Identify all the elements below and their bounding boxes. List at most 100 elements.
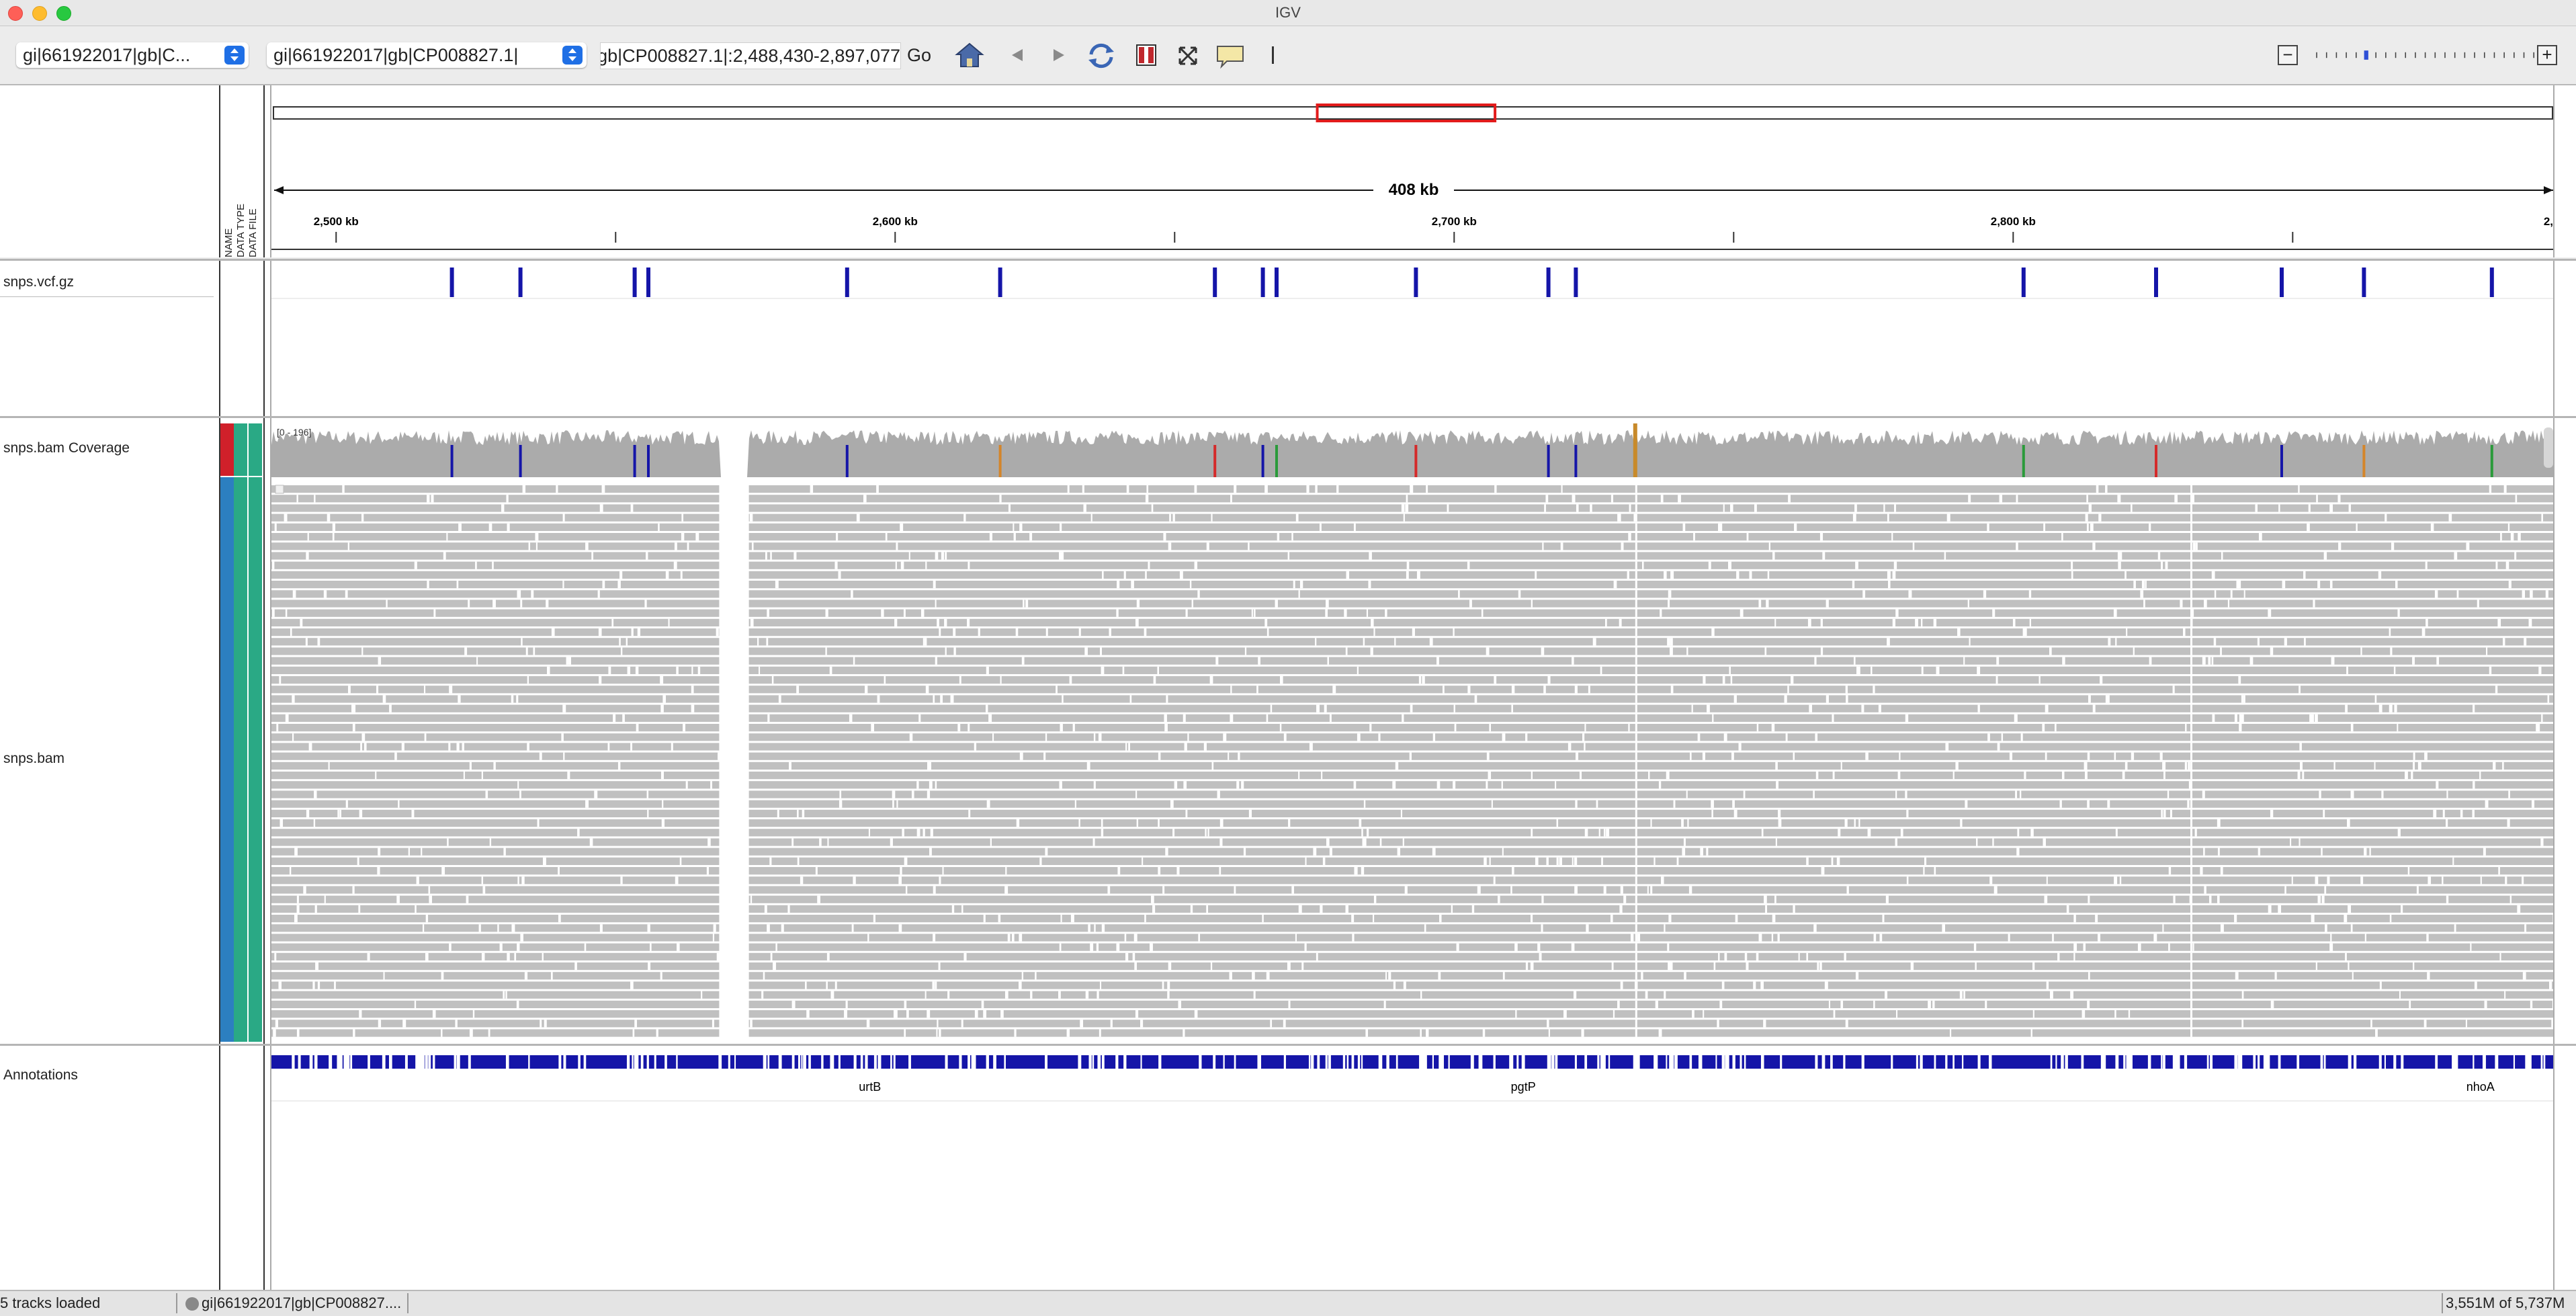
alignment-row[interactable] <box>748 790 2554 798</box>
alignment-row[interactable] <box>748 495 2554 503</box>
alignment-row[interactable] <box>271 561 720 569</box>
coverage-histogram[interactable] <box>271 423 2554 477</box>
alignment-row[interactable] <box>271 991 720 999</box>
alignment-row[interactable] <box>271 695 720 703</box>
annotations-data-area[interactable]: urtB pgtP nhoA <box>270 1046 2554 1290</box>
alignment-row[interactable] <box>271 924 720 932</box>
alignment-row[interactable] <box>748 829 2554 837</box>
genome-select-arrow-icon[interactable] <box>224 46 245 65</box>
popup-text-icon[interactable] <box>1215 40 1246 71</box>
attr-type-coverage-cell[interactable] <box>234 423 247 476</box>
alignment-row[interactable] <box>748 600 2554 608</box>
zoom-tick[interactable] <box>2454 52 2456 58</box>
attr-file-alignments-cell[interactable] <box>249 477 262 1042</box>
gene-label-nhoa[interactable]: nhoA <box>2466 1080 2495 1094</box>
attr-file-coverage-cell[interactable] <box>249 423 262 476</box>
zoom-tick[interactable] <box>2493 52 2495 58</box>
attribute-name-label[interactable]: NAME <box>223 229 234 257</box>
alignment-row[interactable] <box>271 618 720 626</box>
track-name-coverage[interactable]: snps.bam Coverage <box>3 440 130 456</box>
alignment-row[interactable] <box>271 972 720 980</box>
vcf-variant-mark[interactable] <box>1574 268 1578 297</box>
attr-name-alignments-cell[interactable] <box>220 477 234 1042</box>
alignment-row[interactable] <box>271 934 720 942</box>
zoom-tick[interactable] <box>2444 52 2446 58</box>
alignment-row[interactable] <box>748 762 2554 770</box>
gene-label-urtb[interactable]: urtB <box>859 1080 881 1094</box>
alignment-row[interactable] <box>748 876 2554 885</box>
alignment-row[interactable] <box>748 962 2554 971</box>
coverage-snp-mark[interactable] <box>1275 445 1278 477</box>
vcf-variant-mark[interactable] <box>518 268 523 297</box>
alignment-row[interactable] <box>748 504 2554 512</box>
coverage-snp-mark[interactable] <box>2022 445 2025 477</box>
alignment-row[interactable] <box>271 704 720 712</box>
alignment-row[interactable] <box>271 781 720 789</box>
zoom-tick[interactable] <box>2483 52 2485 58</box>
alignment-row[interactable] <box>271 1010 720 1018</box>
alignment-row[interactable] <box>271 838 720 846</box>
alignment-row[interactable] <box>748 542 2554 550</box>
vcf-variant-mark[interactable] <box>1213 268 1217 297</box>
alignment-row[interactable] <box>748 1029 2554 1037</box>
zoom-tick[interactable] <box>2316 52 2317 58</box>
alignment-row[interactable] <box>748 695 2554 703</box>
alignment-row[interactable] <box>271 819 720 827</box>
alignment-row[interactable] <box>271 504 720 512</box>
alignment-row[interactable] <box>271 772 720 780</box>
zoom-tick[interactable] <box>2335 52 2337 58</box>
refresh-icon[interactable] <box>1084 40 1118 71</box>
track-name-annotations[interactable]: Annotations <box>3 1067 78 1083</box>
coverage-snp-mark[interactable] <box>519 445 522 477</box>
alignment-row[interactable] <box>271 848 720 856</box>
alignment-row[interactable] <box>748 809 2554 817</box>
vcf-variant-mark[interactable] <box>646 268 650 297</box>
alignment-row[interactable] <box>271 485 720 493</box>
alignment-row[interactable] <box>748 905 2554 913</box>
zoom-tick[interactable] <box>2514 52 2515 58</box>
attr-name-coverage-cell[interactable] <box>220 423 234 476</box>
zoom-control[interactable]: − + <box>2278 45 2576 67</box>
zoom-tick[interactable] <box>2405 52 2407 58</box>
coverage-snp-mark[interactable] <box>1213 445 1217 477</box>
coverage-spike[interactable] <box>1633 423 1637 477</box>
vcf-variant-mark[interactable] <box>449 268 454 297</box>
zoom-tick[interactable] <box>2375 52 2376 58</box>
alignment-row[interactable] <box>748 838 2554 846</box>
alignment-row[interactable] <box>748 991 2554 999</box>
zoom-tick[interactable] <box>2474 52 2475 58</box>
alignment-row[interactable] <box>748 609 2554 617</box>
alignment-row[interactable] <box>748 571 2554 579</box>
vcf-variant-mark[interactable] <box>2021 268 2026 297</box>
alignment-row[interactable] <box>748 924 2554 932</box>
alignment-row[interactable] <box>271 790 720 798</box>
alignment-row[interactable] <box>271 552 720 560</box>
chromosome-ideogram[interactable] <box>273 106 2553 120</box>
alignment-row[interactable] <box>748 657 2554 665</box>
alignment-row[interactable] <box>748 686 2554 694</box>
alignment-row[interactable] <box>271 752 720 760</box>
alignment-row[interactable] <box>271 724 720 732</box>
alignment-row[interactable] <box>271 876 720 885</box>
vcf-data-area[interactable] <box>270 261 2554 417</box>
alignment-row[interactable] <box>748 867 2554 875</box>
zoom-tick[interactable] <box>2415 52 2416 58</box>
zoom-tick[interactable] <box>2385 52 2387 58</box>
alignment-row[interactable] <box>748 647 2554 655</box>
alignment-row[interactable] <box>748 952 2554 960</box>
alignment-row[interactable] <box>748 1010 2554 1018</box>
zoom-tick[interactable] <box>2356 52 2357 58</box>
zoom-tick[interactable] <box>2533 52 2534 58</box>
alignment-row[interactable] <box>748 895 2554 903</box>
coverage-snp-mark[interactable] <box>1547 445 1550 477</box>
alignment-row[interactable] <box>748 848 2554 856</box>
alignment-row[interactable] <box>748 485 2554 493</box>
alignment-row[interactable] <box>271 533 720 541</box>
vcf-variant-mark[interactable] <box>2489 268 2494 297</box>
alignment-row[interactable] <box>271 886 720 894</box>
alignment-row[interactable] <box>748 752 2554 760</box>
alignment-row[interactable] <box>271 743 720 751</box>
alignment-row[interactable] <box>748 666 2554 674</box>
ruler-marker-icon[interactable] <box>1266 40 1279 71</box>
alignment-row[interactable] <box>271 905 720 913</box>
